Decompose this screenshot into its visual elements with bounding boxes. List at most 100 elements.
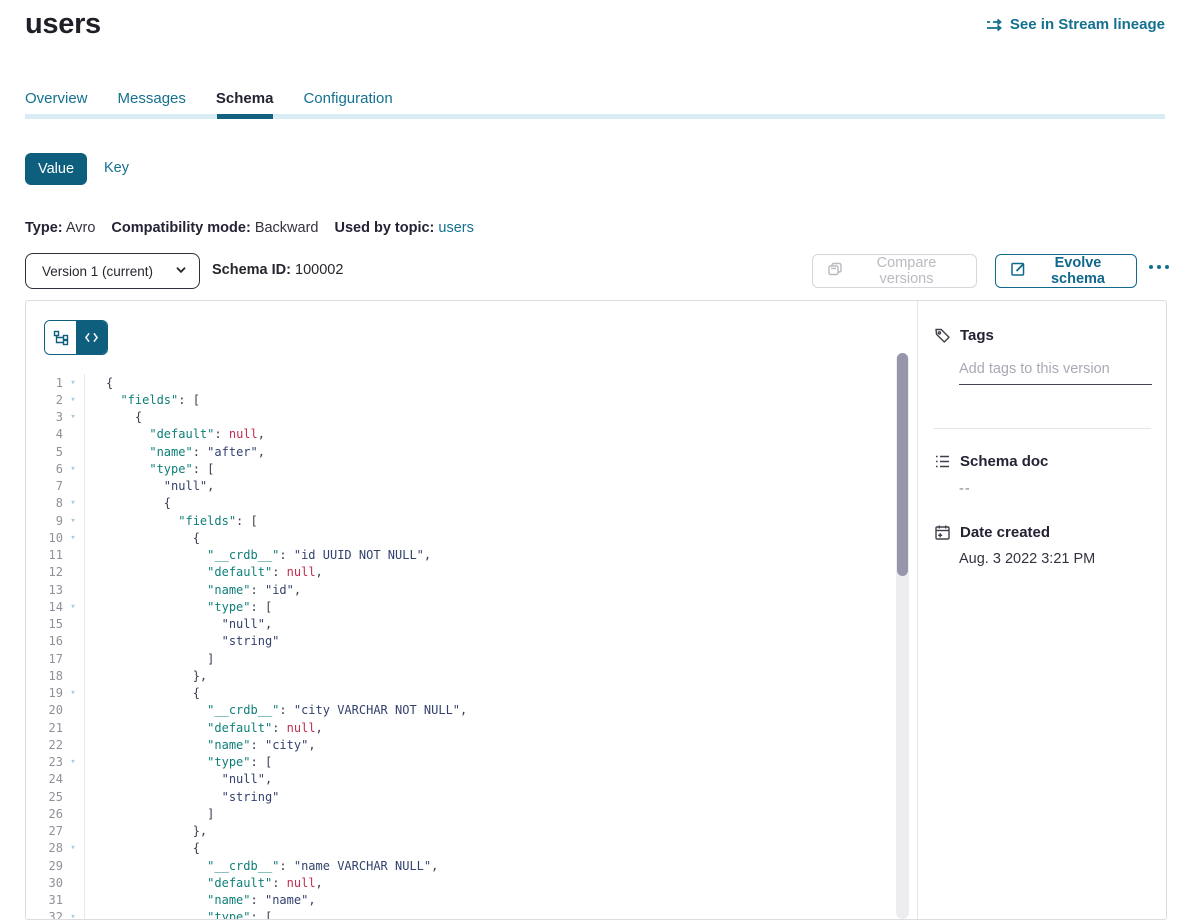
tab-schema[interactable]: Schema: [216, 90, 274, 107]
code-line: 23▾ "type": [: [26, 754, 897, 771]
fold-toggle-icon[interactable]: ▾: [63, 378, 83, 388]
line-number: 30: [26, 876, 63, 890]
fold-toggle-icon[interactable]: ▾: [63, 757, 83, 767]
schema-card: 1▾{2▾ "fields": [3▾ {4 "default": null,5…: [25, 300, 1167, 920]
fold-toggle-icon[interactable]: ▾: [63, 843, 83, 853]
code-lines: 1▾{2▾ "fields": [3▾ {4 "default": null,5…: [26, 374, 897, 919]
fold-toggle-icon[interactable]: ▾: [63, 533, 83, 543]
schema-meta-row: Type: Avro Compatibility mode: Backward …: [25, 220, 474, 236]
type-value: Avro: [66, 220, 96, 236]
code-text: "string": [85, 634, 279, 648]
code-line: 4 "default": null,: [26, 426, 897, 443]
value-toggle-button[interactable]: Value: [25, 153, 87, 185]
fold-toggle-icon[interactable]: ▾: [63, 412, 83, 422]
code-text: "fields": [: [85, 393, 200, 407]
code-text: "default": null,: [85, 876, 323, 890]
compare-versions-button[interactable]: Compare versions: [812, 254, 977, 288]
code-text: "null",: [85, 772, 272, 786]
code-text: {: [85, 496, 171, 510]
tree-view-button[interactable]: [45, 321, 76, 354]
schema-page: users See in Stream lineage Overview Mes…: [0, 0, 1189, 916]
code-text: "name": "id",: [85, 583, 301, 597]
version-select[interactable]: Version 1 (current): [25, 253, 200, 289]
lineage-link-label: See in Stream lineage: [1010, 16, 1165, 33]
fold-toggle-icon[interactable]: ▾: [63, 498, 83, 508]
schema-doc-title: Schema doc: [960, 453, 1048, 470]
compare-versions-label: Compare versions: [851, 255, 962, 287]
line-number: 20: [26, 703, 63, 717]
fold-toggle-icon[interactable]: ▾: [63, 602, 83, 612]
code-text: "type": [: [85, 910, 272, 919]
code-text: ]: [85, 652, 214, 666]
code-line: 14▾ "type": [: [26, 598, 897, 615]
line-number: 14: [26, 600, 63, 614]
line-number: 6: [26, 462, 63, 476]
evolve-schema-button[interactable]: Evolve schema: [995, 254, 1137, 288]
code-line: 26 ]: [26, 805, 897, 822]
fold-toggle-icon[interactable]: ▾: [63, 464, 83, 474]
line-number: 10: [26, 531, 63, 545]
line-number: 11: [26, 548, 63, 562]
line-number: 3: [26, 410, 63, 424]
code-text: },: [85, 669, 207, 683]
code-text: "default": null,: [85, 427, 265, 441]
line-number: 15: [26, 617, 63, 631]
see-in-stream-lineage-link[interactable]: See in Stream lineage: [985, 16, 1165, 33]
code-text: "type": [: [85, 755, 272, 769]
code-line: 13 "name": "id",: [26, 581, 897, 598]
code-line: 24 "null",: [26, 771, 897, 788]
line-number: 2: [26, 393, 63, 407]
code-line: 15 "null",: [26, 616, 897, 633]
line-number: 21: [26, 721, 63, 735]
code-line: 25 "string": [26, 788, 897, 805]
tab-overview[interactable]: Overview: [25, 90, 88, 107]
code-text: "type": [: [85, 462, 214, 476]
topic-link[interactable]: users: [438, 220, 473, 236]
line-number: 22: [26, 738, 63, 752]
code-text: "null",: [85, 617, 272, 631]
schema-id-value: 100002: [295, 262, 343, 278]
version-selected-value: Version 1 (current): [42, 264, 153, 279]
tab-configuration[interactable]: Configuration: [303, 90, 392, 107]
date-created-section-header: Date created: [934, 524, 1152, 541]
line-number: 23: [26, 755, 63, 769]
code-line: 32▾ "type": [: [26, 909, 897, 919]
code-line: 19▾ {: [26, 685, 897, 702]
line-number: 13: [26, 583, 63, 597]
editor-scrollbar-thumb[interactable]: [897, 353, 908, 576]
used-by-topic-label: Used by topic:: [334, 220, 434, 236]
code-text: "__crdb__": "city VARCHAR NOT NULL",: [85, 703, 467, 717]
code-text: {: [85, 531, 200, 545]
line-number: 31: [26, 893, 63, 907]
topic-tabs: Overview Messages Schema Configuration: [25, 90, 393, 107]
add-tags-input[interactable]: [959, 361, 1152, 385]
tab-messages[interactable]: Messages: [118, 90, 186, 107]
line-number: 7: [26, 479, 63, 493]
line-number: 32: [26, 910, 63, 919]
code-line: 30 "default": null,: [26, 874, 897, 891]
line-number: 4: [26, 427, 63, 441]
fold-toggle-icon[interactable]: ▾: [63, 395, 83, 405]
line-number: 8: [26, 496, 63, 510]
code-line: 21 "default": null,: [26, 719, 897, 736]
line-number: 24: [26, 772, 63, 786]
code-line: 28▾ {: [26, 840, 897, 857]
doc-list-icon: [934, 453, 951, 470]
code-text: "__crdb__": "name VARCHAR NULL",: [85, 859, 438, 873]
code-text: "string": [85, 790, 279, 804]
code-text: "__crdb__": "id UUID NOT NULL",: [85, 548, 431, 562]
code-text: ]: [85, 807, 214, 821]
fold-toggle-icon[interactable]: ▾: [63, 516, 83, 526]
editor-view-toggle: [44, 320, 108, 355]
code-text: "name": "name",: [85, 893, 316, 907]
evolve-schema-label: Evolve schema: [1034, 255, 1122, 287]
line-number: 28: [26, 841, 63, 855]
fold-toggle-icon[interactable]: ▾: [63, 688, 83, 698]
key-toggle-link[interactable]: Key: [104, 160, 129, 176]
date-created-value: Aug. 3 2022 3:21 PM: [959, 551, 1152, 567]
calendar-plus-icon: [934, 524, 951, 541]
code-view-button[interactable]: [76, 321, 107, 354]
more-actions-button[interactable]: [1149, 265, 1169, 269]
editor-scrollbar-track[interactable]: [896, 353, 909, 919]
line-number: 26: [26, 807, 63, 821]
